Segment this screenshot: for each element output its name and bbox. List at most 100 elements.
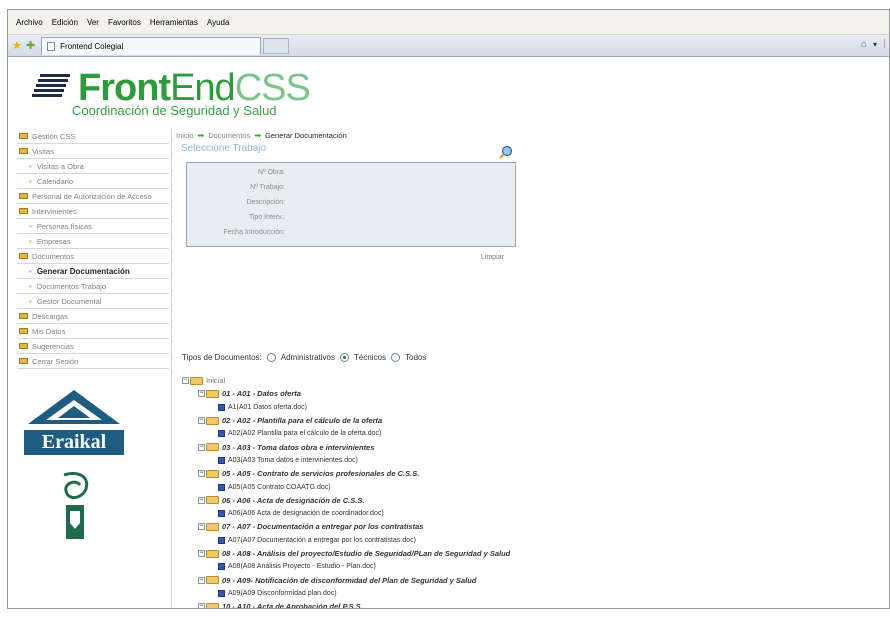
bullet-icon: • [29,161,32,171]
collapse-icon[interactable]: − [198,417,205,425]
tree-folder-item[interactable]: − 05 - A05 - Contrato de servicios profes… [182,467,742,480]
folder-icon [206,416,219,425]
add-favorites-icon[interactable]: ✚ [26,39,35,52]
folder-icon [19,358,28,364]
menu-favoritos[interactable]: Favoritos [108,18,141,27]
radio-todos-label[interactable]: Todos [405,353,426,362]
tree-folder-item[interactable]: − 02 - A02 - Plantilla para el cálculo de… [182,414,742,427]
collapse-icon[interactable]: − [182,377,189,385]
menu-ver[interactable]: Ver [87,18,99,27]
tree-folder-label: 02 - A02 - Plantilla para el cálculo de … [222,416,383,426]
field-trabajo-label: Nº Trabajo: [250,184,285,191]
tree-folder-item[interactable]: − 01 - A01 - Datos oferta [182,387,742,400]
word-document-icon [218,589,225,597]
tree-document-item[interactable]: A06(A06 Acta de designación de coordinad… [182,507,742,520]
tree-document-item[interactable]: A1(A01 Datos oferta.doc) [182,401,742,414]
bullet-icon: • [29,236,32,246]
breadcrumb-inicio[interactable]: Inicio [176,131,194,140]
sidebar-item[interactable]: • Documentos Trabajo [17,279,169,294]
search-icon[interactable] [499,145,513,159]
sidebar-item-label: Gestor Documental [36,296,102,306]
folder-icon [206,469,219,478]
radio-tecnicos[interactable] [340,353,349,362]
collapse-icon[interactable]: − [198,496,205,504]
sidebar-item-label: Mis Datos [32,326,66,336]
feeds-icon[interactable]: | [883,38,886,49]
sidebar-item[interactable]: Mis Datos [17,324,169,339]
coaatg-emblem-icon [63,472,89,539]
tipos-label: Tipos de Documentos: [182,353,262,362]
collapse-icon[interactable]: − [198,550,205,557]
bullet-icon: • [29,266,32,276]
tree-document-label: A02(A02 Plantilla para el cálculo de la … [228,430,382,438]
sidebar-item[interactable]: • Empresas [17,234,169,249]
radio-administrativos[interactable] [266,353,276,362]
tree-document-item[interactable]: A03(A03 Toma datos e intervinientes.doc) [182,454,742,467]
folder-icon [19,253,28,259]
sidebar-item[interactable]: • Calendario [17,174,169,189]
tree-document-label: A1(A01 Datos oferta.doc) [228,403,307,411]
collapse-icon[interactable]: − [198,443,205,451]
home-dropdown-icon[interactable]: ▾ [873,40,877,49]
browser-tabbar: ★ ✚ Frontend Colegial ⌂ ▾ | [8,35,889,57]
work-info-box: Nº Obra: Nº Trabajo: Descripción: Tipo I… [186,162,516,247]
folder-icon [19,313,28,319]
tree-document-item[interactable]: A07(A07 Documentación a entregar por los… [182,534,742,547]
home-icon[interactable]: ⌂ [861,39,867,50]
menu-herramientas[interactable]: Herramientas [150,18,198,27]
tree-document-item[interactable]: A05(A05 Contrato COAATG.doc) [182,480,742,493]
sidebar-item[interactable]: • Visitas a Obra [17,159,169,174]
tree-folder-item[interactable]: − 08 - A08 - Análisis del proyecto/Estudi… [182,547,742,560]
sidebar-item[interactable]: Sugerencias [17,339,169,354]
tree-folder-item[interactable]: − 06 - A06 - Acta de designación de C.S.S… [182,494,742,507]
logo-subtitle: Coordinación de Seguridad y Salud [72,103,277,118]
favorites-star-icon[interactable]: ★ [12,39,22,52]
menu-archivo[interactable]: Archivo [16,18,43,27]
menu-edicion[interactable]: Edición [52,18,78,27]
breadcrumb-documentos[interactable]: Documentos [208,131,250,140]
collapse-icon[interactable]: − [198,576,205,584]
sidebar-item[interactable]: Cerrar Sesión [17,354,169,369]
tree-folder-item[interactable]: − 07 - A07 - Documentación a entregar por… [182,520,742,533]
tree-folder-label: 03 - A03 - Toma datos obra e intervinien… [222,442,375,452]
collapse-icon[interactable]: − [198,470,205,478]
tree-folder-item[interactable]: − Inicial [182,374,742,387]
tree-document-item[interactable]: A08(A08 Análisis Proyecto - Estudio - Pl… [182,560,742,573]
radio-administrativos-label[interactable]: Administrativos [281,353,335,362]
sidebar-item[interactable]: Gestión CSS [17,129,169,144]
tree-document-item[interactable]: A02(A02 Plantilla para el cálculo de la … [182,427,742,440]
menu-ayuda[interactable]: Ayuda [207,18,230,27]
tree-document-item[interactable]: A09(A09 Disconformidad plan.doc) [182,587,742,600]
page-icon [47,41,56,51]
sidebar-item[interactable]: Documentos [17,249,169,264]
logo-title: FrontEndCSS [78,67,311,109]
limpiar-link[interactable]: Limpiar [481,254,504,261]
sidebar-item[interactable]: • Generar Documentación [17,264,169,279]
field-fecha-label: Fecha Introducción: [223,229,285,236]
sidebar-item[interactable]: Descargas [17,309,169,324]
radio-tecnicos-label[interactable]: Técnicos [354,353,386,362]
sidebar-item[interactable]: Visitas [17,144,169,159]
logo-grid-icon [30,74,72,98]
breadcrumb: Inicio ➡ Documentos ➡ Generar Documentac… [176,129,526,141]
folder-icon [206,602,219,608]
tree-folder-item[interactable]: − 09 - A09- Notificación de disconformida… [182,573,742,586]
tree-folder-item[interactable]: − 10 - A10 - Acta de Aprobación del P.S.S… [182,600,742,608]
tree-document-label: A09(A09 Disconformidad plan.doc) [228,589,337,597]
sidebar-item[interactable]: • Personas físicas [17,219,169,234]
sidebar-item[interactable]: • Gestor Documental [17,294,169,309]
radio-todos[interactable] [391,353,401,362]
sidebar-item[interactable]: Intervinientes [17,204,169,219]
collapse-icon[interactable]: − [198,390,205,398]
browser-tab[interactable]: Frontend Colegial [41,36,262,55]
sidebar-item[interactable]: Personal de Autorización de Acceso [17,189,169,204]
new-tab-button[interactable] [263,37,290,54]
collapse-icon[interactable]: − [198,523,205,531]
bullet-icon: • [29,281,32,291]
field-obra-label: Nº Obra: [257,169,285,176]
sidebar-item-label: Sugerencias [32,341,74,351]
collapse-icon[interactable]: − [198,603,205,608]
tree-document-label: A03(A03 Toma datos e intervinientes.doc) [228,456,358,464]
tree-folder-item[interactable]: − 03 - A03 - Toma datos obra e intervinie… [182,440,742,453]
word-document-icon [218,483,225,491]
